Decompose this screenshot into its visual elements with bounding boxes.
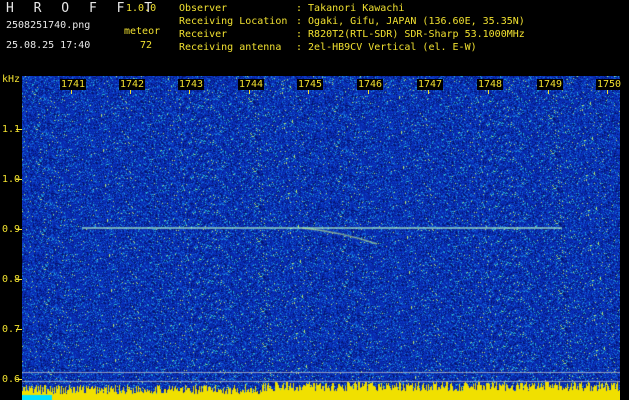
y-tick-mark [16, 279, 22, 280]
x-tick-mark [607, 90, 608, 94]
capture-datetime: 25.08.25 17:40 [6, 40, 91, 51]
x-tick-mark [368, 90, 369, 94]
x-tick-mark [428, 90, 429, 94]
meteor-label: meteor [124, 26, 161, 37]
x-tick-label: 1749 [537, 79, 564, 90]
app-version: 1.0.0 [126, 3, 157, 14]
x-tick-label: 1746 [357, 79, 384, 90]
x-tick-label: 1750 [596, 79, 623, 90]
y-axis-unit: kHz [2, 74, 21, 85]
x-tick-label: 1744 [238, 79, 265, 90]
x-tick-mark [548, 90, 549, 94]
x-tick-label: 1743 [178, 79, 205, 90]
x-tick-mark [130, 90, 131, 94]
x-tick-mark [308, 90, 309, 94]
meteor-count: 72 [140, 40, 153, 51]
antenna-value: : 2el-HB9CV Vertical (el. E-W) [296, 42, 477, 53]
y-tick-mark [16, 129, 22, 130]
receiver-value: : R820T2(RTL-SDR) SDR-Sharp 53.1000MHz [296, 29, 525, 40]
y-tick-mark [16, 179, 22, 180]
x-tick-label: 1745 [297, 79, 324, 90]
location-value: : Ogaki, Gifu, JAPAN (136.60E, 35.35N) [296, 16, 525, 27]
antenna-label: Receiving antenna [179, 42, 282, 53]
spectrogram [22, 76, 620, 400]
x-tick-mark [189, 90, 190, 94]
x-tick-mark [71, 90, 72, 94]
observer-value: : Takanori Kawachi [296, 3, 405, 14]
x-tick-label: 1741 [60, 79, 87, 90]
x-tick-mark [249, 90, 250, 94]
image-filename: 2508251740.png [6, 20, 91, 31]
x-tick-mark [488, 90, 489, 94]
receiver-label: Receiver [179, 29, 228, 40]
x-tick-label: 1742 [119, 79, 146, 90]
y-tick-mark [16, 229, 22, 230]
y-tick-mark [16, 379, 22, 380]
y-tick-mark [16, 329, 22, 330]
x-tick-label: 1747 [417, 79, 444, 90]
x-tick-label: 1748 [477, 79, 504, 90]
location-label: Receiving Location [179, 16, 288, 27]
observer-label: Observer [179, 3, 228, 14]
